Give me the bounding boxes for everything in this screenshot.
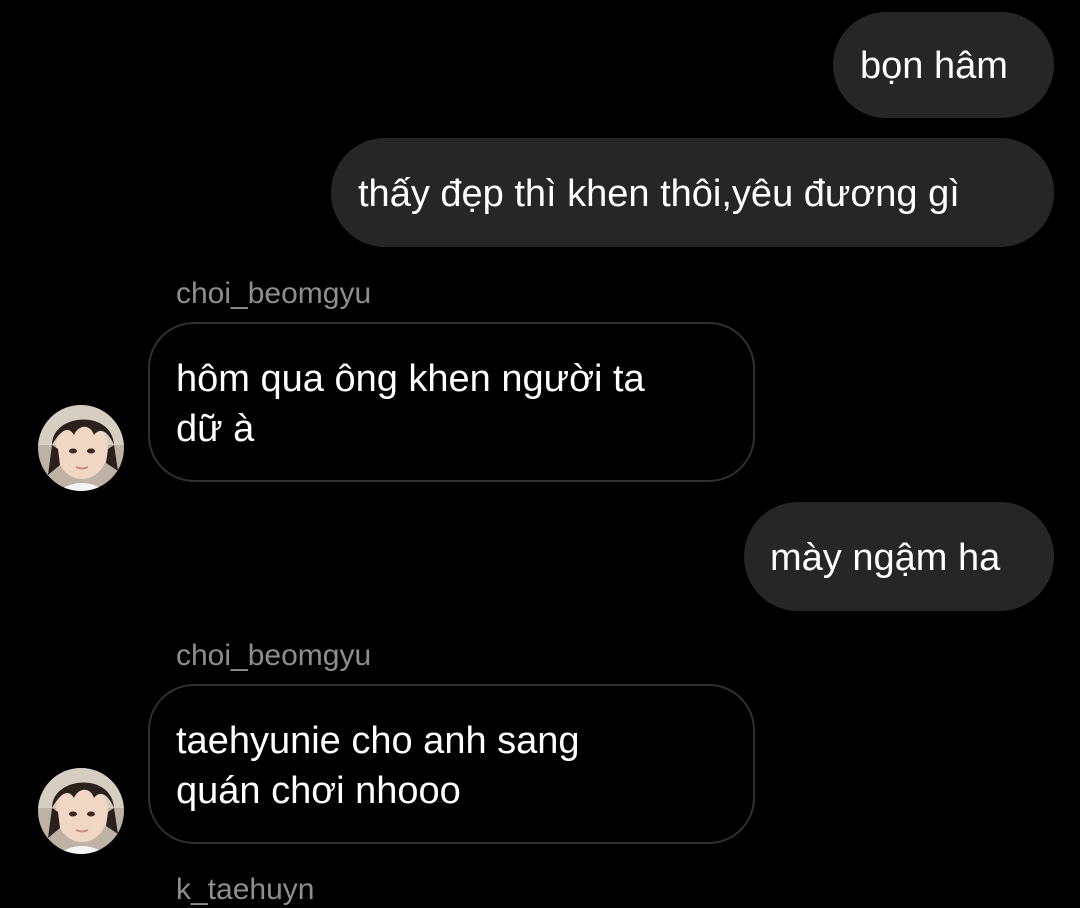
outgoing-message[interactable]: bọn hâm (833, 12, 1054, 118)
incoming-message-line: taehyunie cho anh sang (176, 720, 580, 762)
sender-username: k_taehuyn (176, 873, 315, 906)
outgoing-message[interactable]: thấy đẹp thì khen thôi,yêu đương gì (331, 138, 1054, 247)
incoming-message-line: dữ à (176, 408, 255, 450)
avatar[interactable] (38, 768, 124, 854)
incoming-message-line: quán chơi nhooo (176, 770, 461, 812)
profile-photo-icon (38, 405, 124, 491)
sender-username: choi_beomgyu (176, 277, 372, 310)
sender-username: choi_beomgyu (176, 639, 372, 672)
outgoing-message-text: thấy đẹp thì khen thôi,yêu đương gì (358, 173, 960, 215)
outgoing-message[interactable]: mày ngậm ha (744, 502, 1054, 611)
outgoing-message-text: bọn hâm (860, 45, 1008, 87)
outgoing-message-text: mày ngậm ha (770, 537, 1001, 579)
incoming-message-line: hôm qua ông khen người ta (176, 358, 645, 400)
incoming-message[interactable]: hôm qua ông khen người ta dữ à (148, 322, 755, 482)
avatar[interactable] (38, 405, 124, 491)
incoming-message[interactable]: taehyunie cho anh sang quán chơi nhooo (148, 684, 755, 844)
profile-photo-icon (38, 768, 124, 854)
